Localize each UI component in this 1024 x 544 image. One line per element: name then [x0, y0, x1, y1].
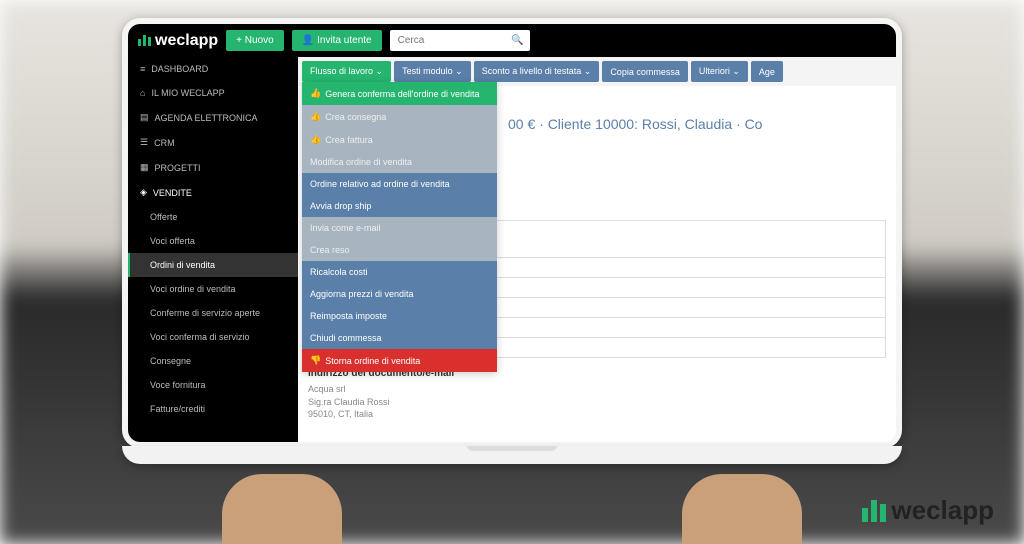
- logo-icon: [862, 500, 886, 522]
- sidebar-sub-fatture[interactable]: Fatture/crediti: [128, 397, 298, 421]
- dd-crea-fattura[interactable]: 👍Crea fattura: [302, 128, 497, 151]
- thumbs-down-icon: 👎: [310, 355, 321, 366]
- thumbs-up-icon: 👍: [310, 88, 321, 99]
- dd-ricalcola[interactable]: Ricalcola costi: [302, 261, 497, 283]
- ulteriori-button[interactable]: Ulteriori ⌄: [691, 61, 748, 82]
- sales-icon: ◈: [140, 187, 147, 198]
- app-logo: weclapp: [138, 32, 218, 50]
- dashboard-icon: ≡: [140, 64, 145, 74]
- search-icon: 🔍: [511, 35, 523, 46]
- sidebar-sub-voce-fornitura[interactable]: Voce fornitura: [128, 373, 298, 397]
- sidebar-item-dashboard[interactable]: ≡DASHBOARD: [128, 57, 298, 81]
- sidebar-sub-consegne[interactable]: Consegne: [128, 349, 298, 373]
- dd-reimposta-imposte[interactable]: Reimposta imposte: [302, 305, 497, 327]
- dd-avvia-dropship[interactable]: Avvia drop ship: [302, 195, 497, 217]
- dd-genera-conferma[interactable]: 👍Genera conferma dell'ordine di vendita: [302, 82, 497, 105]
- user-plus-icon: 👤: [302, 35, 314, 46]
- sidebar-sub-conferme[interactable]: Conferme di servizio aperte: [128, 301, 298, 325]
- workflow-dropdown: 👍Genera conferma dell'ordine di vendita …: [302, 82, 497, 372]
- age-button[interactable]: Age: [751, 61, 783, 82]
- thumbs-up-icon: 👍: [310, 134, 321, 145]
- chevron-down-icon: ⌄: [584, 66, 592, 76]
- invite-user-button[interactable]: 👤 Invita utente: [292, 30, 382, 51]
- dd-crea-consegna[interactable]: 👍Crea consegna: [302, 105, 497, 128]
- top-bar: weclapp + Nuovo 👤 Invita utente 🔍: [128, 24, 896, 57]
- logo-text: weclapp: [155, 32, 218, 50]
- brand-text: weclapp: [891, 495, 994, 526]
- laptop-base: [122, 446, 902, 464]
- sconto-testata-button[interactable]: Sconto a livello di testata ⌄: [474, 61, 600, 82]
- dd-modifica-ordine[interactable]: Modifica ordine di vendita: [302, 151, 497, 173]
- sidebar-sub-voci-offerta[interactable]: Voci offerta: [128, 229, 298, 253]
- dd-crea-reso[interactable]: Crea reso: [302, 239, 497, 261]
- thumbs-up-icon: 👍: [310, 111, 321, 122]
- crm-icon: ☰: [140, 137, 148, 148]
- chevron-down-icon: ⌄: [455, 66, 463, 76]
- sidebar-item-crm[interactable]: ☰CRM: [128, 130, 298, 155]
- home-icon: ⌂: [140, 88, 145, 98]
- document-address: Acqua srl Sig.ra Claudia Rossi 95010, CT…: [308, 383, 886, 421]
- testi-modulo-button[interactable]: Testi modulo ⌄: [394, 61, 471, 82]
- workflow-button[interactable]: Flusso di lavoro ⌄: [302, 61, 391, 82]
- projects-icon: ▦: [140, 162, 149, 173]
- chevron-down-icon: ⌄: [732, 66, 740, 76]
- copia-commessa-button[interactable]: Copia commessa: [602, 61, 688, 82]
- calendar-icon: ▤: [140, 112, 149, 123]
- dd-chiudi-commessa[interactable]: Chiudi commessa: [302, 327, 497, 349]
- sidebar-item-vendite[interactable]: ◈VENDITE: [128, 180, 298, 205]
- sidebar-sub-ordini[interactable]: Ordini di vendita: [128, 253, 298, 277]
- sidebar-sub-voci-ordine[interactable]: Voci ordine di vendita: [128, 277, 298, 301]
- new-button[interactable]: + Nuovo: [226, 30, 284, 51]
- main-content: Flusso di lavoro ⌄ 👍Genera conferma dell…: [298, 57, 896, 442]
- logo-icon: [138, 35, 151, 46]
- app-screen: weclapp + Nuovo 👤 Invita utente 🔍 ≡DASHB…: [128, 24, 896, 442]
- sidebar: ≡DASHBOARD ⌂IL MIO WECLAPP ▤AGENDA ELETT…: [128, 57, 298, 442]
- search-input[interactable]: [390, 30, 530, 51]
- action-toolbar: Flusso di lavoro ⌄ 👍Genera conferma dell…: [298, 57, 896, 86]
- brand-watermark: weclapp: [862, 495, 994, 526]
- dd-ordine-relativo[interactable]: Ordine relativo ad ordine di vendita: [302, 173, 497, 195]
- chevron-down-icon: ⌄: [376, 66, 384, 76]
- dd-invia-email[interactable]: Invia come e-mail: [302, 217, 497, 239]
- sidebar-item-progetti[interactable]: ▦PROGETTI: [128, 155, 298, 180]
- sidebar-sub-offerte[interactable]: Offerte: [128, 205, 298, 229]
- sidebar-sub-voci-conferma[interactable]: Voci conferma di servizio: [128, 325, 298, 349]
- sidebar-item-myweclapp[interactable]: ⌂IL MIO WECLAPP: [128, 81, 298, 105]
- sidebar-item-agenda[interactable]: ▤AGENDA ELETTRONICA: [128, 105, 298, 130]
- dd-storna-ordine[interactable]: 👎Storna ordine di vendita: [302, 349, 497, 372]
- dd-aggiorna-prezzi[interactable]: Aggiorna prezzi di vendita: [302, 283, 497, 305]
